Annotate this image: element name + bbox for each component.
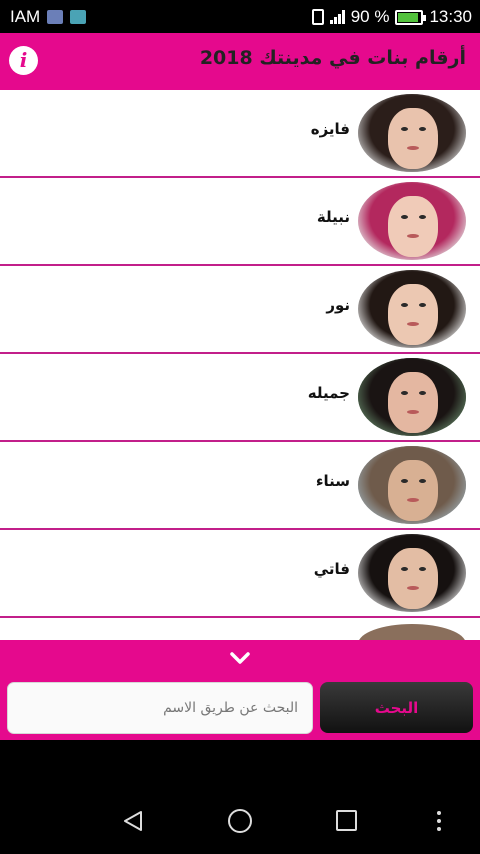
avatar <box>358 358 466 436</box>
search-panel: البحث <box>0 640 480 740</box>
list-item[interactable]: نور <box>0 266 480 354</box>
list-item-name: نور <box>326 296 350 314</box>
list-item-name: فاتي <box>313 560 350 578</box>
carrier-label: IAM <box>10 7 41 26</box>
back-icon[interactable] <box>122 810 144 832</box>
list-item-name: فايزه <box>310 120 350 138</box>
list-item-name: سناء <box>315 472 350 490</box>
overflow-menu-icon[interactable] <box>436 811 442 831</box>
list-item[interactable]: فايزه <box>0 90 480 178</box>
vibrate-icon <box>311 9 324 25</box>
search-field[interactable] <box>7 682 313 734</box>
info-icon[interactable]: i <box>9 46 38 75</box>
page-title: أرقام بنات في مدينتك 2018 <box>199 47 466 69</box>
list-item[interactable]: فاتي <box>0 530 480 618</box>
battery-percent: 90 % <box>350 7 390 26</box>
list-item[interactable]: سناء <box>0 442 480 530</box>
list-item-name: نبيلة <box>316 208 350 226</box>
home-icon[interactable] <box>228 809 252 833</box>
app-bar: i أرقام بنات في مدينتك 2018 <box>0 33 480 90</box>
avatar <box>358 534 466 612</box>
search-input[interactable] <box>8 683 312 733</box>
avatar <box>358 270 466 348</box>
notification-icon <box>47 10 64 24</box>
search-button[interactable]: البحث <box>320 682 473 733</box>
status-bar: IAM 90 % 13:30 <box>0 0 480 33</box>
avatar <box>358 446 466 524</box>
chevron-down-icon[interactable] <box>228 648 252 668</box>
avatar <box>358 624 466 640</box>
list-item[interactable]: جميله <box>0 354 480 442</box>
recent-apps-icon[interactable] <box>336 810 357 831</box>
battery-icon <box>395 9 427 25</box>
list-item[interactable]: نبيلة <box>0 178 480 266</box>
image-icon <box>70 10 87 24</box>
list-item-name: جميله <box>307 384 350 402</box>
clock: 13:30 <box>429 7 472 26</box>
navigation-bar <box>0 790 480 854</box>
signal-icon <box>329 10 345 24</box>
avatar <box>358 94 466 172</box>
contact-list[interactable]: فايزه نبيلة نور جميله سناء فاتي <box>0 90 480 640</box>
avatar <box>358 182 466 260</box>
